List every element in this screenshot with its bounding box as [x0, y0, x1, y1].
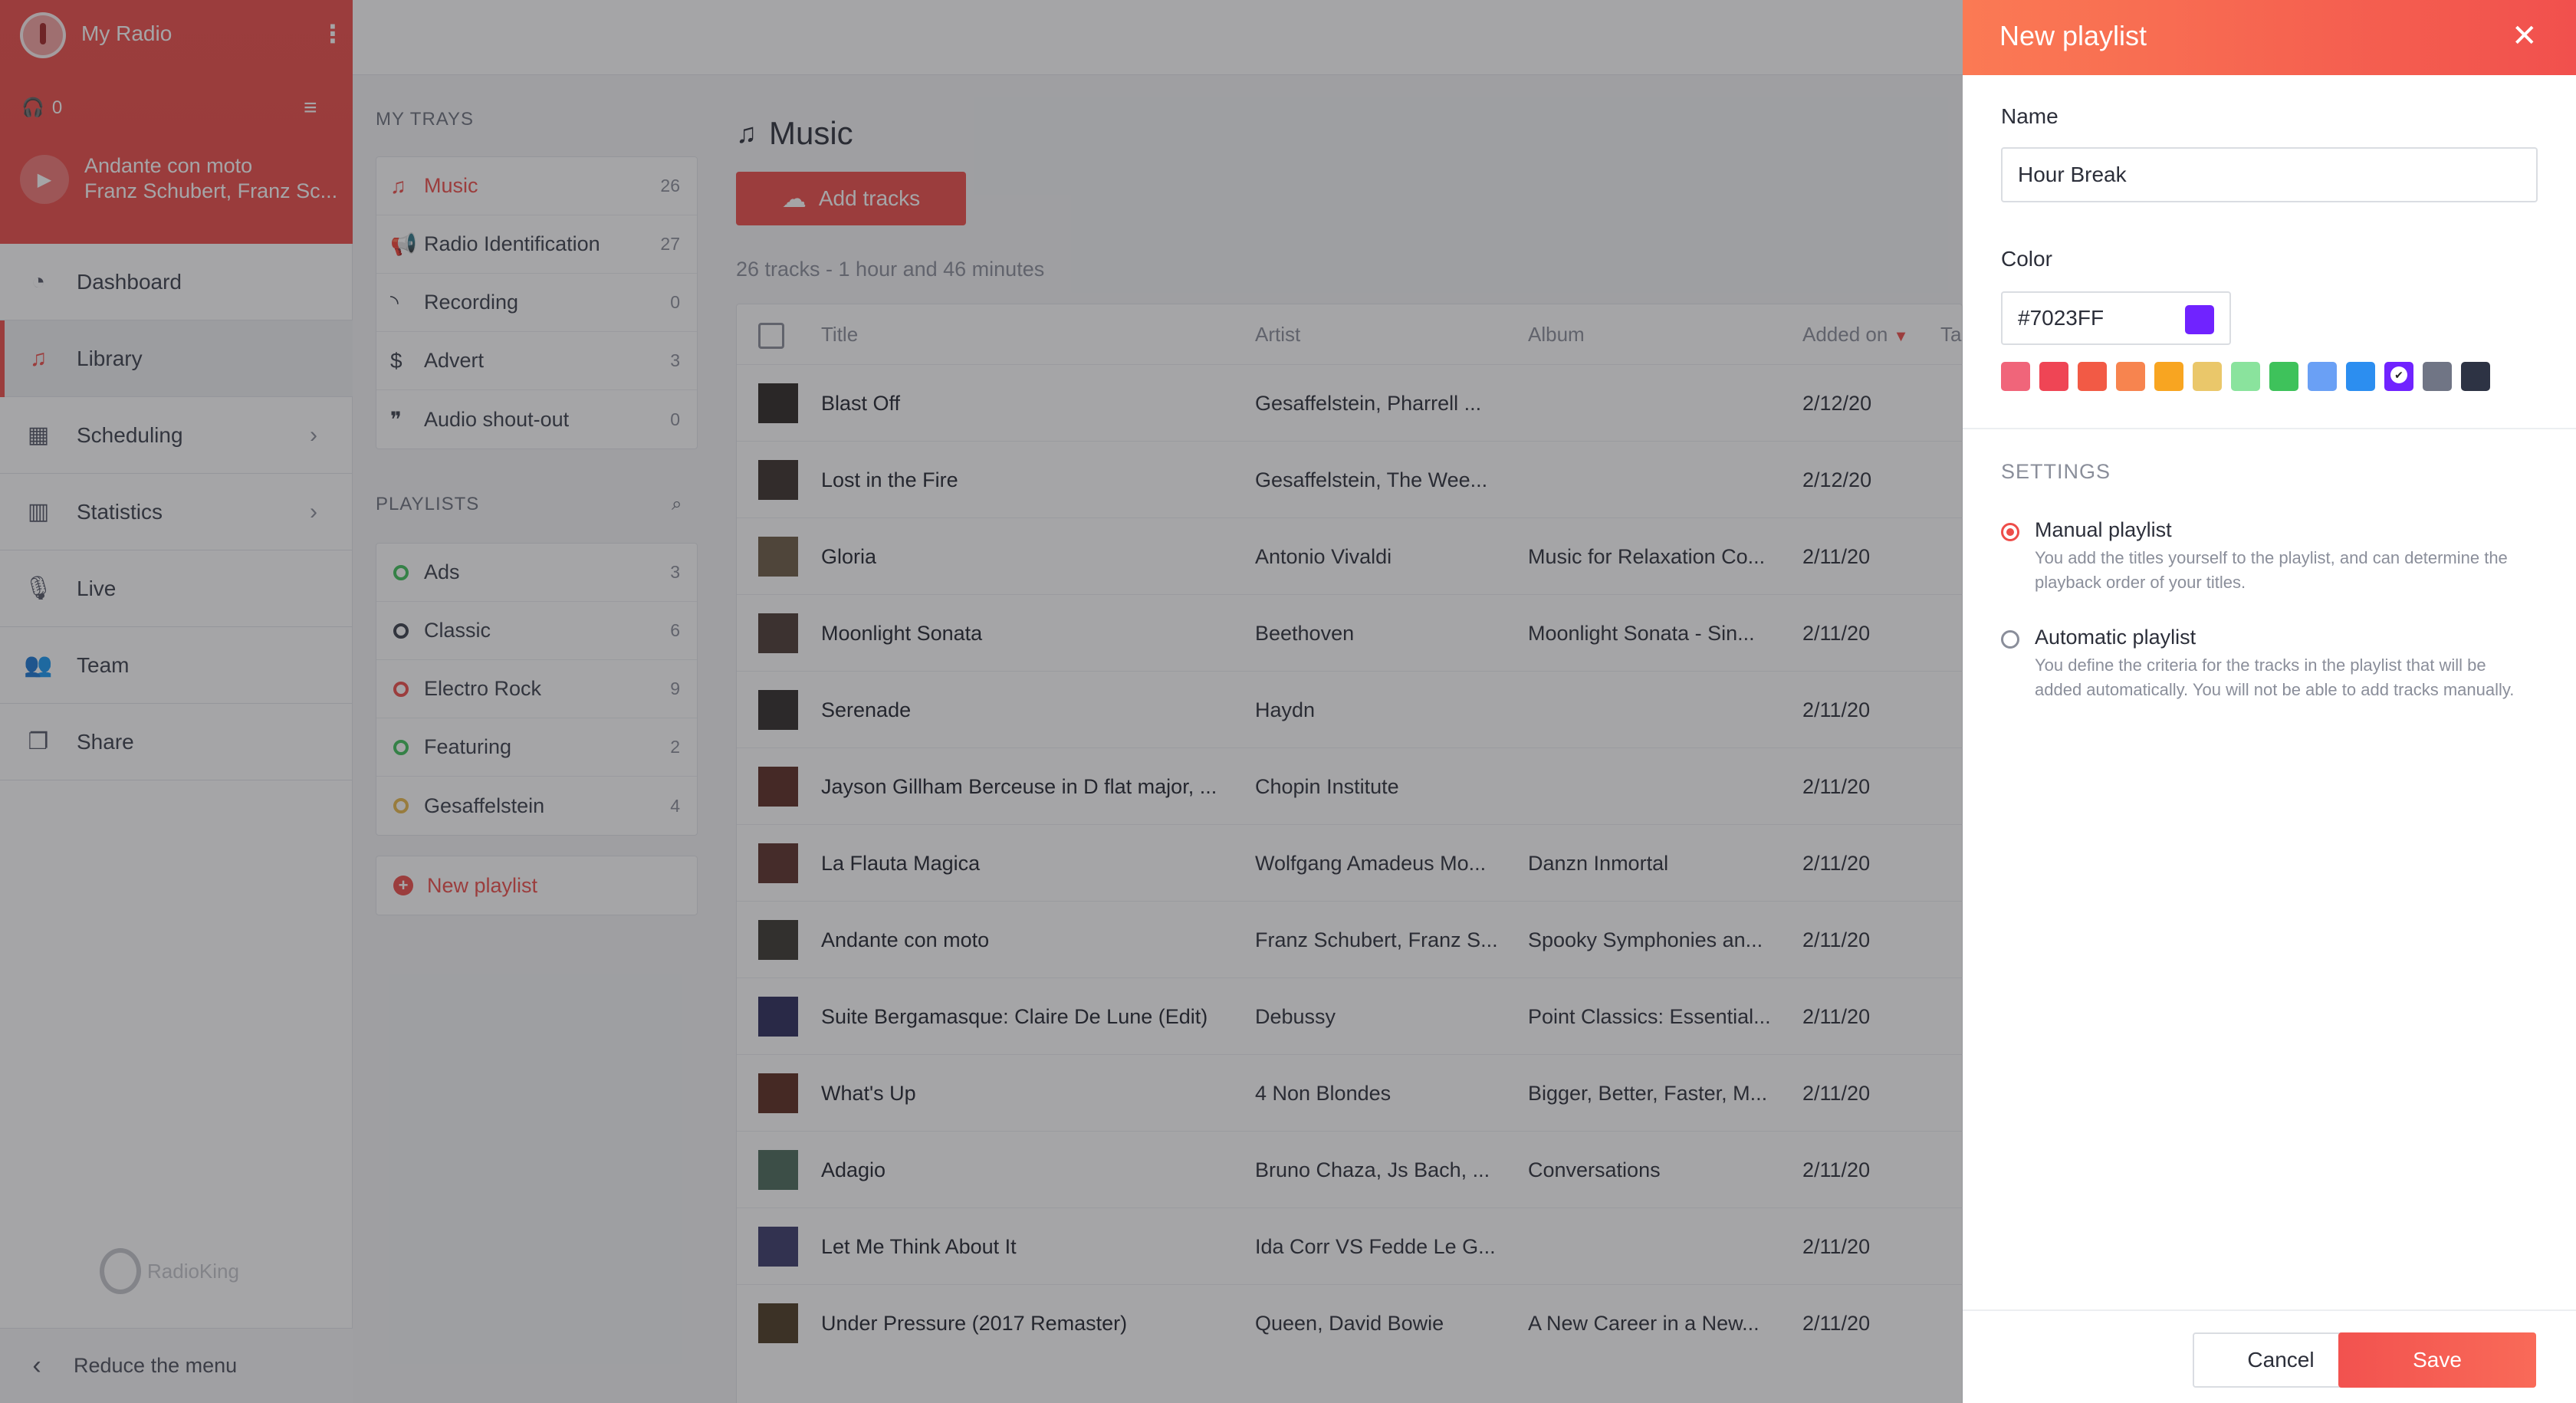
- save-button[interactable]: Save: [2338, 1332, 2536, 1388]
- color-swatch[interactable]: [2269, 362, 2298, 391]
- manual-playlist-radio[interactable]: [2001, 523, 2019, 541]
- color-swatch[interactable]: [2231, 362, 2260, 391]
- color-swatch[interactable]: [2193, 362, 2222, 391]
- color-preview-swatch: [2185, 305, 2214, 334]
- color-swatch-selected[interactable]: [2384, 362, 2413, 391]
- color-swatch[interactable]: [2154, 362, 2183, 391]
- settings-title: SETTINGS: [2001, 460, 2111, 483]
- color-swatch[interactable]: [2423, 362, 2452, 391]
- color-swatch[interactable]: [2001, 362, 2030, 391]
- drawer-header: New playlist ✕: [1963, 0, 2576, 75]
- color-swatch[interactable]: [2078, 362, 2107, 391]
- color-swatches: [2001, 362, 2490, 391]
- manual-playlist-description: You add the titles yourself to the playl…: [2035, 548, 2508, 592]
- color-label: Color: [2001, 247, 2052, 271]
- manual-playlist-title[interactable]: Manual playlist: [2035, 518, 2172, 542]
- new-playlist-drawer: New playlist ✕ Name Color #7023FF SETTIN…: [1963, 0, 2576, 1403]
- name-label: Name: [2001, 104, 2058, 128]
- drawer-title: New playlist: [1999, 20, 2147, 51]
- color-hex-value: #7023FF: [2018, 306, 2104, 330]
- drawer-footer: Cancel Save: [1963, 1309, 2576, 1403]
- automatic-playlist-description: You define the criteria for the tracks i…: [2035, 656, 2515, 699]
- color-swatch[interactable]: [2039, 362, 2068, 391]
- color-swatch[interactable]: [2346, 362, 2375, 391]
- modal-backdrop[interactable]: [0, 0, 1963, 1403]
- color-swatch[interactable]: [2308, 362, 2337, 391]
- close-icon[interactable]: ✕: [2512, 18, 2538, 54]
- playlist-name-input[interactable]: [2001, 147, 2538, 202]
- color-swatch[interactable]: [2116, 362, 2145, 391]
- color-swatch[interactable]: [2461, 362, 2490, 391]
- automatic-playlist-title[interactable]: Automatic playlist: [2035, 626, 2196, 649]
- automatic-playlist-radio[interactable]: [2001, 630, 2019, 649]
- color-hex-input[interactable]: #7023FF: [2001, 291, 2231, 345]
